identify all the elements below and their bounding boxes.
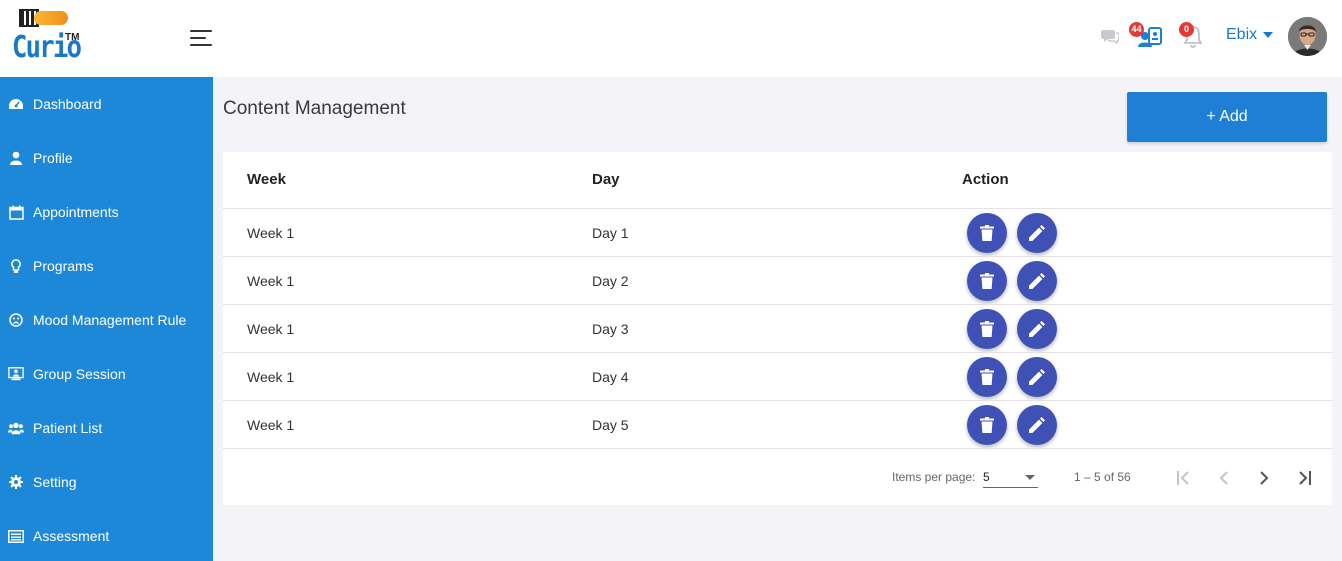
table-row: Week 1 Day 1 bbox=[223, 208, 1332, 256]
pencil-icon bbox=[1029, 417, 1045, 433]
first-page-button[interactable] bbox=[1172, 466, 1196, 490]
menu-toggle-icon[interactable] bbox=[190, 28, 216, 48]
column-header-action: Action bbox=[962, 171, 1009, 188]
frown-icon bbox=[8, 312, 24, 328]
sidebar-item-label: Mood Management Rule bbox=[33, 312, 187, 328]
delete-button[interactable] bbox=[967, 213, 1007, 253]
avatar[interactable] bbox=[1288, 17, 1327, 56]
notifications[interactable]: 0 bbox=[1179, 22, 1204, 48]
sidebar-item-label: Dashboard bbox=[33, 96, 102, 112]
column-header-day[interactable]: Day bbox=[592, 171, 620, 188]
sidebar-item-group-session[interactable]: Group Session bbox=[0, 347, 213, 401]
chat-icon[interactable] bbox=[1101, 28, 1120, 45]
notifications-badge: 0 bbox=[1179, 22, 1194, 37]
contacts-notifications[interactable]: 44 bbox=[1129, 22, 1163, 48]
edit-button[interactable] bbox=[1017, 261, 1057, 301]
sidebar-item-label: Programs bbox=[33, 258, 94, 274]
sidebar-item-programs[interactable]: Programs bbox=[0, 239, 213, 293]
column-header-week[interactable]: Week bbox=[247, 171, 286, 188]
cell-day: Day 3 bbox=[592, 321, 629, 337]
sidebar-item-label: Group Session bbox=[33, 366, 126, 382]
user-icon bbox=[8, 150, 24, 166]
gear-icon bbox=[8, 474, 24, 490]
cell-day: Day 5 bbox=[592, 417, 629, 433]
first-page-icon bbox=[1177, 471, 1189, 485]
cell-week: Week 1 bbox=[247, 225, 295, 241]
user-menu[interactable]: Ebix bbox=[1226, 26, 1274, 44]
pencil-icon bbox=[1029, 321, 1045, 337]
messages-badge: 44 bbox=[1129, 22, 1144, 37]
cell-day: Day 2 bbox=[592, 273, 629, 289]
cell-week: Week 1 bbox=[247, 273, 295, 289]
trash-icon bbox=[980, 225, 994, 241]
curio-logo[interactable]: Curio TM bbox=[10, 8, 82, 68]
table-row: Week 1 Day 3 bbox=[223, 304, 1332, 352]
pencil-icon bbox=[1029, 273, 1045, 289]
sidebar-item-label: Assessment bbox=[33, 528, 110, 544]
table-row: Week 1 Day 4 bbox=[223, 352, 1332, 400]
dashboard-icon bbox=[8, 96, 24, 112]
sidebar-item-label: Profile bbox=[33, 150, 73, 166]
delete-button[interactable] bbox=[967, 309, 1007, 349]
top-header: Curio TM 44 0 Ebix bbox=[0, 0, 1342, 77]
edit-button[interactable] bbox=[1017, 405, 1057, 445]
trash-icon bbox=[980, 273, 994, 289]
chevron-down-icon bbox=[1025, 475, 1035, 480]
chevron-right-icon bbox=[1260, 471, 1269, 485]
pencil-icon bbox=[1029, 369, 1045, 385]
lightbulb-icon bbox=[8, 258, 24, 274]
sidebar-item-patient-list[interactable]: Patient List bbox=[0, 401, 213, 455]
sidebar-item-appointments[interactable]: Appointments bbox=[0, 185, 213, 239]
sidebar-item-mood-management-rule[interactable]: Mood Management Rule bbox=[0, 293, 213, 347]
items-per-page-label: Items per page: bbox=[892, 470, 976, 484]
sidebar-item-label: Appointments bbox=[33, 204, 119, 220]
delete-button[interactable] bbox=[967, 405, 1007, 445]
delete-button[interactable] bbox=[967, 357, 1007, 397]
items-per-page-select[interactable]: 5 bbox=[983, 466, 1038, 488]
table-row: Week 1 Day 2 bbox=[223, 256, 1332, 304]
add-button[interactable]: + Add bbox=[1127, 92, 1327, 142]
next-page-button[interactable] bbox=[1252, 466, 1276, 490]
logo-pill-graphic bbox=[34, 11, 68, 25]
paginator: Items per page: 5 1 – 5 of 56 bbox=[223, 466, 1332, 496]
page-range-label: 1 – 5 of 56 bbox=[1074, 470, 1131, 484]
logo-trademark: TM bbox=[65, 32, 80, 43]
users-icon bbox=[8, 420, 24, 436]
last-page-icon bbox=[1299, 471, 1311, 485]
chevron-left-icon bbox=[1219, 471, 1228, 485]
sidebar: Dashboard Profile Appointments Programs … bbox=[0, 77, 213, 561]
cell-day: Day 4 bbox=[592, 369, 629, 385]
edit-button[interactable] bbox=[1017, 357, 1057, 397]
table-row: Week 1 Day 5 bbox=[223, 400, 1332, 448]
trash-icon bbox=[980, 321, 994, 337]
cell-week: Week 1 bbox=[247, 321, 295, 337]
sidebar-item-assessment[interactable]: Assessment bbox=[0, 509, 213, 561]
list-icon bbox=[8, 528, 24, 544]
trash-icon bbox=[980, 417, 994, 433]
sidebar-item-label: Patient List bbox=[33, 420, 103, 436]
page-title: Content Management bbox=[223, 98, 406, 119]
pencil-icon bbox=[1029, 225, 1045, 241]
sidebar-item-label: Setting bbox=[33, 474, 77, 490]
table-divider bbox=[223, 448, 1332, 449]
cell-week: Week 1 bbox=[247, 369, 295, 385]
trash-icon bbox=[980, 369, 994, 385]
last-page-button[interactable] bbox=[1292, 466, 1316, 490]
chevron-down-icon bbox=[1263, 32, 1274, 38]
cell-week: Week 1 bbox=[247, 417, 295, 433]
user-name: Ebix bbox=[1226, 26, 1258, 43]
edit-button[interactable] bbox=[1017, 309, 1057, 349]
sidebar-item-dashboard[interactable]: Dashboard bbox=[0, 77, 213, 131]
sidebar-item-profile[interactable]: Profile bbox=[0, 131, 213, 185]
cell-day: Day 1 bbox=[592, 225, 629, 241]
group-session-icon bbox=[8, 366, 24, 382]
previous-page-button[interactable] bbox=[1212, 466, 1236, 490]
edit-button[interactable] bbox=[1017, 213, 1057, 253]
sidebar-item-setting[interactable]: Setting bbox=[0, 455, 213, 509]
calendar-icon bbox=[8, 204, 24, 220]
delete-button[interactable] bbox=[967, 261, 1007, 301]
content-table-card: Week Day Action Week 1 Day 1 Week 1 Day … bbox=[223, 152, 1332, 505]
items-per-page-value: 5 bbox=[983, 470, 990, 484]
